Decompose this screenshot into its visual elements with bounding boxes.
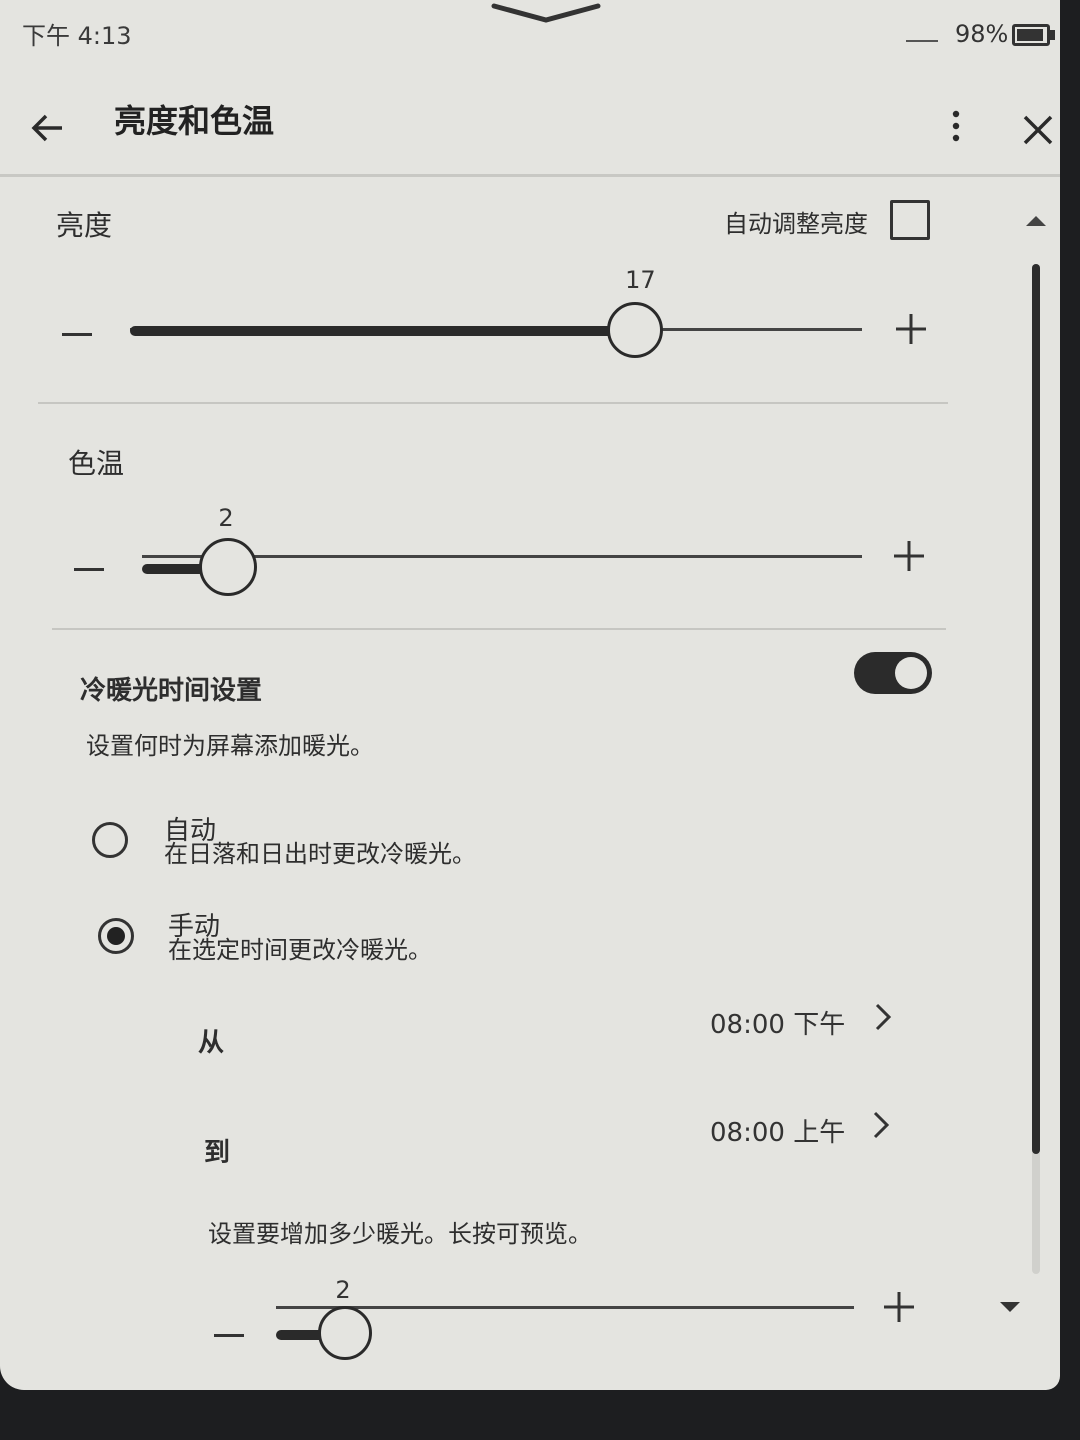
color-temp-increase-button[interactable] [894,541,924,571]
auto-brightness-label: 自动调整亮度 [724,210,868,238]
warmth-hint: 设置要增加多少暖光。长按可预览。 [208,1220,592,1248]
to-time-value[interactable]: 08:00 上午 [710,1112,845,1149]
option-manual-desc: 在选定时间更改冷暖光。 [168,936,432,964]
battery-percent: 98% [955,20,1009,48]
battery-icon [1012,24,1050,46]
from-time-value[interactable]: 08:00 下午 [710,1004,845,1041]
more-vertical-icon[interactable] [944,106,968,146]
header-divider [0,174,1060,177]
brightness-decrease-button[interactable] [62,333,92,336]
option-auto-desc: 在日落和日出时更改冷暖光。 [164,840,476,868]
signal-icon [906,40,938,45]
battery-tip [1050,30,1055,40]
schedule-description: 设置何时为屏幕添加暖光。 [86,732,374,760]
status-time: 下午 4:13 [22,22,132,50]
color-temp-decrease-button[interactable] [74,568,104,571]
from-label: 从 [198,1028,225,1058]
to-label: 到 [204,1138,231,1168]
page-title: 亮度和色温 [114,102,275,140]
radio-auto[interactable] [92,822,128,858]
radio-manual[interactable] [98,918,134,954]
color-temp-slider-thumb[interactable] [199,538,258,596]
from-chevron-right-icon[interactable] [874,1002,892,1032]
section-divider [38,402,948,404]
warmth-slider-thumb[interactable] [318,1306,373,1360]
warmth-value: 2 [335,1276,351,1304]
color-temp-label: 色温 [68,447,125,480]
scroll-down-icon[interactable] [998,1300,1022,1314]
warmth-increase-button[interactable] [884,1292,914,1322]
brightness-value: 17 [625,266,656,294]
brightness-increase-button[interactable] [896,314,926,344]
auto-brightness-checkbox[interactable] [890,200,930,240]
close-icon[interactable] [1018,110,1058,150]
to-chevron-right-icon[interactable] [872,1110,890,1140]
scroll-up-icon[interactable] [1024,214,1048,228]
scrollbar-thumb[interactable] [1032,264,1040,1154]
brightness-slider-thumb[interactable] [607,302,664,358]
pull-down-chevron-icon[interactable] [490,0,602,26]
color-temp-value: 2 [218,504,234,532]
brightness-slider-fill [130,326,636,336]
schedule-title: 冷暖光时间设置 [80,676,263,706]
warmth-slider-track[interactable] [276,1306,854,1309]
kindle-screen: 下午 4:13 98% 亮度和色温 亮度 自动调整亮度 17 色温 2 冷暖光时… [0,0,1060,1390]
back-arrow-icon[interactable] [28,108,68,148]
section-divider [52,628,946,630]
brightness-label: 亮度 [56,209,113,242]
warmth-decrease-button[interactable] [214,1334,244,1337]
schedule-toggle[interactable] [854,652,932,694]
